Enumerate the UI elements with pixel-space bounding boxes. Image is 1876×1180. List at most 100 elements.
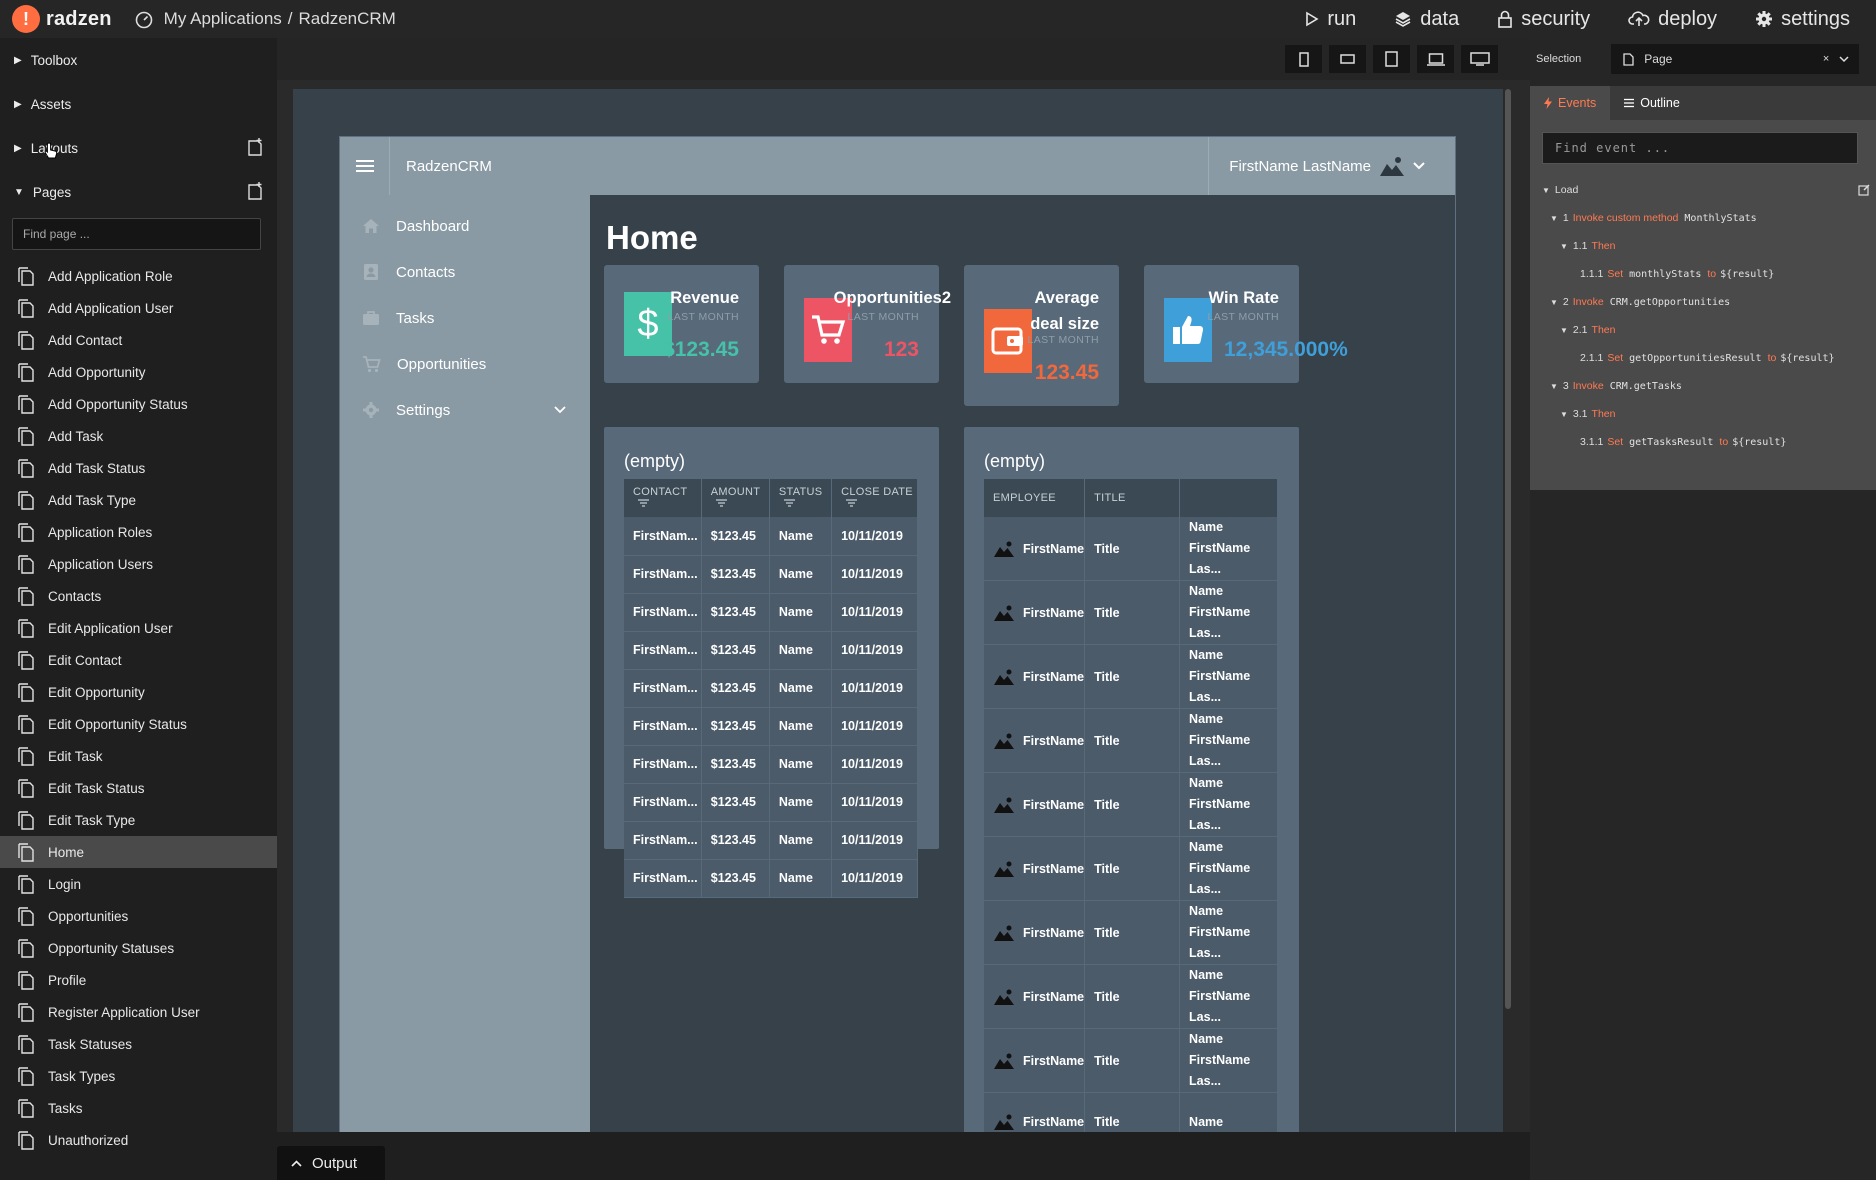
event-action-node[interactable]: 2.1.1 Set getOpportunitiesResult to ${result… <box>1530 344 1876 372</box>
nav-item-opportunities[interactable]: Opportunities <box>340 341 590 387</box>
device-phone-landscape-button[interactable] <box>1329 45 1366 73</box>
column-header[interactable]: EMPLOYEE <box>984 479 1086 517</box>
page-list-item[interactable]: Add Application Role <box>0 260 277 292</box>
page-list-item[interactable]: Add Opportunity <box>0 356 277 388</box>
page-list-item[interactable]: Opportunity Statuses <box>0 932 277 964</box>
edit-icon[interactable] <box>1858 184 1870 196</box>
add-page-icon[interactable] <box>247 182 263 200</box>
sidebar-toggle[interactable] <box>340 137 390 195</box>
page-list-item[interactable]: Opportunities <box>0 900 277 932</box>
column-header[interactable]: STATUS <box>769 479 833 517</box>
tab-outline[interactable]: Outline <box>1610 86 1694 120</box>
page-list-item[interactable]: Application Roles <box>0 516 277 548</box>
table-row[interactable]: FirstName Title Name FirstName Las... <box>984 836 1278 901</box>
page-list-item[interactable]: Profile <box>0 964 277 996</box>
device-phone-portrait-button[interactable] <box>1285 45 1322 73</box>
app-layout[interactable]: RadzenCRM FirstName LastName Dashboard C… <box>339 136 1456 1132</box>
page-list-item[interactable]: Edit Task <box>0 740 277 772</box>
table-row[interactable]: FirstName Title Name FirstName Las... <box>984 580 1278 645</box>
sort-icon[interactable] <box>783 499 795 507</box>
table-row[interactable]: FirstNam... $123.45 Name 10/11/2019 <box>624 821 918 860</box>
profile-menu[interactable]: FirstName LastName <box>1208 137 1455 195</box>
page-list-item[interactable]: Application Users <box>0 548 277 580</box>
deploy-button[interactable]: deploy <box>1628 8 1717 31</box>
nav-item-contacts[interactable]: Contacts <box>340 249 590 295</box>
table-row[interactable]: FirstNam... $123.45 Name 10/11/2019 <box>624 707 918 746</box>
page-list-item[interactable]: Edit Task Type <box>0 804 277 836</box>
security-button[interactable]: security <box>1497 8 1590 31</box>
stat-card-revenue[interactable]: $ Revenue LAST MONTH $123.45 <box>604 265 759 383</box>
page-list-item[interactable]: Home <box>0 836 277 868</box>
event-action-node[interactable]: 3.1.1 Set getTasksResult to ${result} <box>1530 428 1876 456</box>
event-action-node[interactable]: 1.1.1 Set monthlyStats to ${result} <box>1530 260 1876 288</box>
table-row[interactable]: FirstNam... $123.45 Name 10/11/2019 <box>624 631 918 670</box>
canvas-scrollbar[interactable] <box>1505 89 1511 1009</box>
app-header[interactable]: RadzenCRM FirstName LastName <box>340 137 1455 195</box>
page-list-item[interactable]: Tasks <box>0 1092 277 1124</box>
event-action-node[interactable]: ▼ 3.1 Then <box>1530 400 1876 428</box>
page-list-item[interactable]: Task Statuses <box>0 1028 277 1060</box>
tab-events[interactable]: Events <box>1530 86 1611 120</box>
page-list-item[interactable]: Add Contact <box>0 324 277 356</box>
page-list-item[interactable]: Unauthorized <box>0 1124 277 1156</box>
output-panel-toggle[interactable]: Output <box>277 1146 385 1180</box>
chevron-down-icon[interactable] <box>1839 55 1849 63</box>
breadcrumb-project[interactable]: RadzenCRM <box>299 9 396 29</box>
table-row[interactable]: FirstNam... $123.45 Name 10/11/2019 <box>624 745 918 784</box>
page-list-item[interactable]: Edit Opportunity <box>0 676 277 708</box>
page-list-item[interactable]: Login <box>0 868 277 900</box>
run-button[interactable]: run <box>1305 8 1356 31</box>
page-list-item[interactable]: Add Opportunity Status <box>0 388 277 420</box>
stat-card-opportunities[interactable]: Opportunities2 LAST MONTH 123 <box>784 265 951 383</box>
event-group-load[interactable]: ▼ Load <box>1530 176 1876 204</box>
column-header[interactable]: CLOSE DATE <box>831 479 918 517</box>
table-row[interactable]: FirstNam... $123.45 Name 10/11/2019 <box>624 593 918 632</box>
page-list-item[interactable]: Edit Opportunity Status <box>0 708 277 740</box>
table-row[interactable]: FirstName Title Name FirstName Las... <box>984 644 1278 709</box>
sort-icon[interactable] <box>846 499 858 507</box>
add-layout-icon[interactable] <box>247 138 263 156</box>
assets-section[interactable]: ▶ Assets <box>0 82 277 126</box>
stat-card-win-rate[interactable]: Win Rate LAST MONTH 12,345.000% <box>1144 265 1348 383</box>
chevron-down-icon[interactable] <box>554 406 566 414</box>
selection-dropdown[interactable]: Page × <box>1611 44 1860 74</box>
page-list-item[interactable]: Edit Application User <box>0 612 277 644</box>
table-row[interactable]: FirstName Title Name FirstName Las... <box>984 517 1278 581</box>
nav-item-settings[interactable]: Settings <box>340 387 590 433</box>
event-action-node[interactable]: ▼ 2.1 Then <box>1530 316 1876 344</box>
find-event-input[interactable]: Find event ... <box>1542 132 1858 164</box>
page-list-item[interactable]: Task Types <box>0 1060 277 1092</box>
table-row[interactable]: FirstName Title Name FirstName Las... <box>984 964 1278 1029</box>
column-header[interactable]: AMOUNT <box>701 479 770 517</box>
layouts-section[interactable]: ▶ Layouts <box>0 126 277 170</box>
radzen-logo[interactable]: ! radzen <box>12 5 112 33</box>
device-desktop-button[interactable] <box>1461 45 1498 73</box>
stat-card-average-deal[interactable]: Average deal size LAST MONTH 123.45 <box>964 265 1119 406</box>
table-row[interactable]: FirstNam... $123.45 Name 10/11/2019 <box>624 783 918 822</box>
table-row[interactable]: FirstNam... $123.45 Name 10/11/2019 <box>624 669 918 708</box>
device-tablet-button[interactable] <box>1373 45 1410 73</box>
sort-icon[interactable] <box>715 499 727 507</box>
data-button[interactable]: data <box>1394 8 1459 31</box>
page-list-item[interactable]: Add Task Type <box>0 484 277 516</box>
column-header[interactable]: CONTACT <box>624 479 702 517</box>
nav-item-dashboard[interactable]: Dashboard <box>340 203 590 249</box>
table-row[interactable]: FirstName Title Name FirstName Las... <box>984 708 1278 773</box>
table-row[interactable]: FirstName Title Name FirstName Las... <box>984 1028 1278 1093</box>
sort-icon[interactable] <box>638 499 649 507</box>
page-preview[interactable]: RadzenCRM FirstName LastName Dashboard C… <box>293 89 1503 1132</box>
table-row[interactable]: FirstNam... $123.45 Name 10/11/2019 <box>624 859 918 898</box>
table-row[interactable]: FirstName Title Name FirstName Las... <box>984 900 1278 965</box>
toolbox-section[interactable]: ▶ Toolbox <box>0 38 277 82</box>
find-page-input[interactable]: Find page ... <box>12 218 261 250</box>
settings-button[interactable]: settings <box>1755 8 1850 31</box>
event-action-node[interactable]: ▼ 1 Invoke custom method MonthlyStats <box>1530 204 1876 232</box>
table-row[interactable]: FirstName Title Name <box>984 1092 1278 1132</box>
page-list-item[interactable]: Add Task <box>0 420 277 452</box>
pages-section[interactable]: ▼ Pages <box>0 170 277 214</box>
page-list-item[interactable]: Register Application User <box>0 996 277 1028</box>
page-list-item[interactable]: Contacts <box>0 580 277 612</box>
page-list-item[interactable]: Add Application User <box>0 292 277 324</box>
page-list-item[interactable]: Add Task Status <box>0 452 277 484</box>
breadcrumb-applications[interactable]: My Applications <box>164 9 282 29</box>
